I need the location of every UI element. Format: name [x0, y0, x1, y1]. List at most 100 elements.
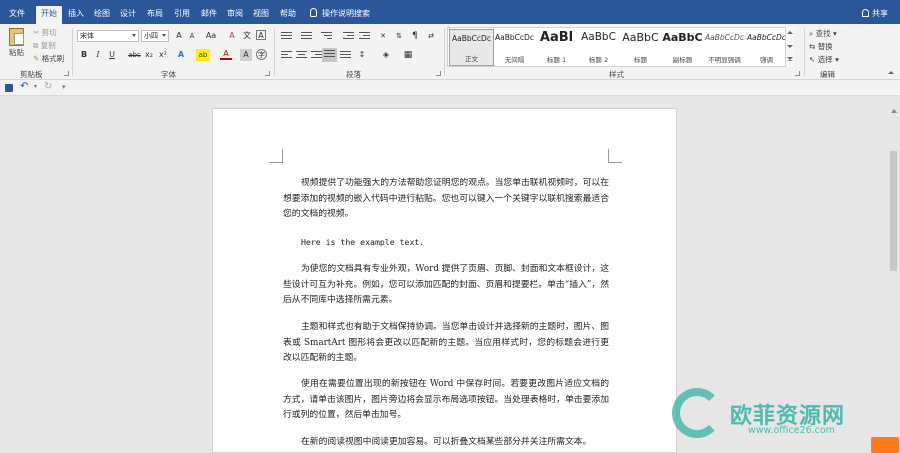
tab-draw[interactable]: 绘图	[89, 6, 115, 24]
style-normal[interactable]: AaBbCcDc 正文	[449, 29, 494, 66]
undo-dropdown-icon[interactable]: ▾	[34, 83, 37, 90]
subscript-button[interactable]: x₂	[143, 49, 155, 61]
format-painter-label: 格式刷	[41, 54, 65, 63]
paste-button[interactable]: 粘贴	[9, 47, 24, 58]
font-name-combo[interactable]: 宋体	[77, 30, 139, 42]
replace-button[interactable]: ⇆ 替换	[809, 41, 833, 52]
borders-icon[interactable]: ▦	[402, 49, 414, 61]
chinese-layout-icon[interactable]: ✕	[377, 30, 389, 42]
ribbon-tab-bar: 文件 开始 插入 绘图 设计 布局 引用 邮件 审阅 视图 帮助 操作说明搜索 …	[0, 0, 900, 24]
clipboard-group-label: 剪贴板	[20, 70, 43, 79]
scroll-thumb[interactable]	[890, 151, 897, 271]
shading-icon[interactable]: ◈	[380, 49, 392, 61]
tab-view[interactable]: 视图	[248, 6, 274, 24]
corner-badge	[871, 437, 899, 453]
numbering-icon[interactable]	[301, 32, 312, 41]
character-shading-button[interactable]: A	[240, 49, 252, 61]
superscript-button[interactable]: x²	[157, 49, 169, 61]
lightbulb-icon	[310, 8, 317, 17]
bold-button[interactable]: B	[78, 49, 90, 61]
grow-font-button[interactable]: A	[173, 30, 185, 42]
italic-button[interactable]: I	[92, 49, 104, 61]
style-sample: AaBbC	[581, 31, 616, 43]
chevron-down-icon[interactable]	[787, 45, 793, 48]
paragraph-launcher-icon[interactable]	[436, 71, 441, 76]
asian-spacing-icon[interactable]: ⇄	[425, 30, 437, 42]
tab-review[interactable]: 审阅	[222, 6, 248, 24]
collapse-ribbon-icon[interactable]	[888, 71, 894, 74]
clear-formatting-button[interactable]: A	[226, 30, 238, 42]
share-button[interactable]: 共享	[862, 6, 888, 22]
line-spacing-icon[interactable]: ↕	[356, 49, 368, 61]
document-page[interactable]: 视频提供了功能强大的方法帮助您证明您的观点。当您单击联机视频时，可以在想要添加的…	[212, 108, 677, 453]
undo-icon[interactable]: ↶	[20, 81, 28, 92]
tab-references[interactable]: 引用	[169, 6, 195, 24]
tab-mailings[interactable]: 邮件	[196, 6, 222, 24]
clipboard-launcher-icon[interactable]	[64, 71, 69, 76]
justify-icon[interactable]	[322, 48, 337, 62]
styles-scroll[interactable]	[785, 27, 794, 67]
vertical-scrollbar[interactable]	[887, 97, 900, 453]
body-paragraph[interactable]: Here is the example text.	[283, 235, 609, 251]
tell-me-search[interactable]: 操作说明搜索	[310, 6, 370, 22]
style-no-spacing[interactable]: AaBbCcDc 无间隔	[492, 29, 537, 66]
change-case-button[interactable]: Aa	[203, 30, 219, 42]
scroll-up-icon[interactable]	[891, 109, 897, 113]
character-border-button[interactable]: A	[256, 30, 266, 40]
body-paragraph[interactable]: 主题和样式也有助于文档保持协调。当您单击设计并选择新的主题时，图片、图表或 Sm…	[283, 320, 609, 367]
font-size-value: 小四	[144, 32, 158, 40]
select-button[interactable]: ↖ 选择 ▾	[809, 54, 839, 65]
style-heading-2[interactable]: AaBbC 标题 2	[576, 29, 621, 66]
multilevel-list-icon[interactable]	[321, 32, 332, 41]
style-title[interactable]: AaBbC 标题	[618, 29, 663, 66]
body-paragraph[interactable]: 视频提供了功能强大的方法帮助您证明您的观点。当您单击联机视频时，可以在想要添加的…	[283, 176, 609, 223]
strikethrough-button[interactable]: abc	[127, 49, 142, 61]
redo-icon[interactable]: ↻	[44, 81, 52, 92]
editing-group-label: 编辑	[820, 70, 835, 79]
font-color-button[interactable]: A	[220, 49, 232, 60]
tab-file[interactable]: 文件	[4, 6, 30, 24]
align-left-icon[interactable]	[281, 51, 292, 60]
chevron-down-icon	[162, 34, 166, 37]
tab-insert[interactable]: 插入	[63, 6, 89, 24]
tab-home[interactable]: 开始	[36, 6, 62, 24]
style-sample: AaBbCcDc	[452, 34, 491, 43]
more-styles-icon[interactable]	[787, 57, 793, 61]
style-subtitle[interactable]: AaBbC 副标题	[660, 29, 705, 66]
tab-help[interactable]: 帮助	[275, 6, 301, 24]
sort-icon[interactable]: ⇅	[393, 30, 405, 42]
tab-layout[interactable]: 布局	[142, 6, 168, 24]
style-subtle-emphasis[interactable]: AaBbCcDc 不明显强调	[702, 29, 747, 66]
copy-button[interactable]: ⧉ 复制	[33, 40, 56, 51]
bullets-icon[interactable]	[281, 32, 292, 41]
align-right-icon[interactable]	[311, 51, 322, 60]
show-marks-icon[interactable]: ¶	[409, 30, 421, 42]
save-icon[interactable]	[5, 84, 13, 92]
increase-indent-icon[interactable]	[359, 32, 370, 41]
font-launcher-icon[interactable]	[265, 71, 270, 76]
find-button[interactable]: ⌕ 查找 ▾	[809, 28, 837, 39]
tab-design[interactable]: 设计	[115, 6, 141, 24]
text-effects-button[interactable]: A	[175, 49, 187, 61]
font-size-combo[interactable]: 小四	[141, 30, 169, 42]
paste-icon[interactable]	[9, 28, 24, 46]
phonetic-guide-button[interactable]: 文	[241, 30, 253, 42]
chevron-up-icon[interactable]	[787, 31, 793, 34]
body-paragraph[interactable]: 为使您的文档具有专业外观，Word 提供了页眉、页脚、封面和文本框设计，这些设计…	[283, 262, 609, 309]
customize-toolbar-icon[interactable]: ▾	[62, 83, 66, 91]
distributed-icon[interactable]	[340, 51, 351, 60]
body-paragraph[interactable]: 使用在需要位置出现的新按钮在 Word 中保存时间。若要更改图片适应文档的方式，…	[283, 377, 609, 424]
enclose-characters-button[interactable]: 字	[256, 49, 267, 60]
shrink-font-button[interactable]: A	[186, 30, 198, 42]
format-painter-button[interactable]: ✎ 格式刷	[33, 53, 64, 64]
decrease-indent-icon[interactable]	[343, 32, 354, 41]
align-center-icon[interactable]	[296, 51, 307, 60]
styles-launcher-icon[interactable]	[795, 71, 800, 76]
style-heading-1[interactable]: AaBl 标题 1	[534, 29, 579, 66]
style-emphasis[interactable]: AaBbCcDc 强调	[744, 29, 789, 66]
highlight-button[interactable]: ab	[196, 49, 210, 61]
brush-icon: ✎	[33, 54, 40, 63]
underline-button[interactable]: U	[106, 49, 118, 61]
body-paragraph[interactable]: 在新的阅读视图中阅读更加容易。可以折叠文档某些部分并关注所需文本。	[283, 435, 609, 451]
cut-button[interactable]: ✂ 剪切	[33, 27, 57, 38]
